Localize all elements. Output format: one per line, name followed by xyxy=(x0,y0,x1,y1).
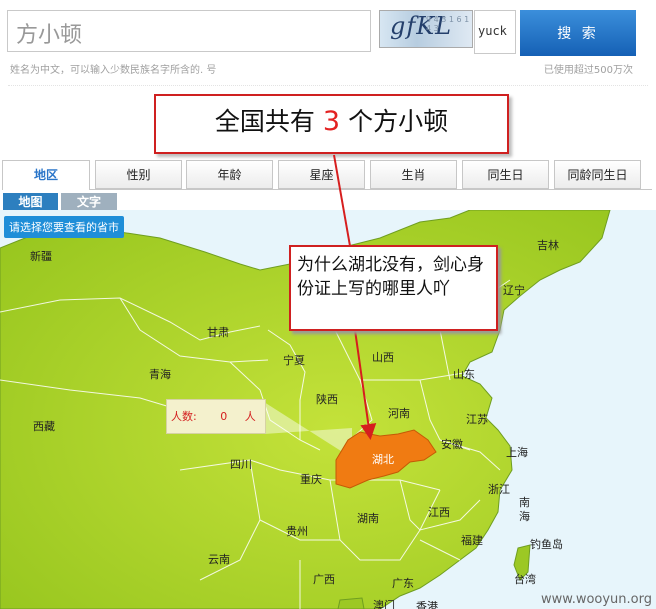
arrow-line-1 xyxy=(333,154,351,247)
arrow-line-2 xyxy=(354,329,377,440)
annotation-comment: 为什么湖北没有，剑心身份证上写的哪里人吖 xyxy=(289,245,498,331)
watermark: www.wooyun.org xyxy=(540,592,652,607)
